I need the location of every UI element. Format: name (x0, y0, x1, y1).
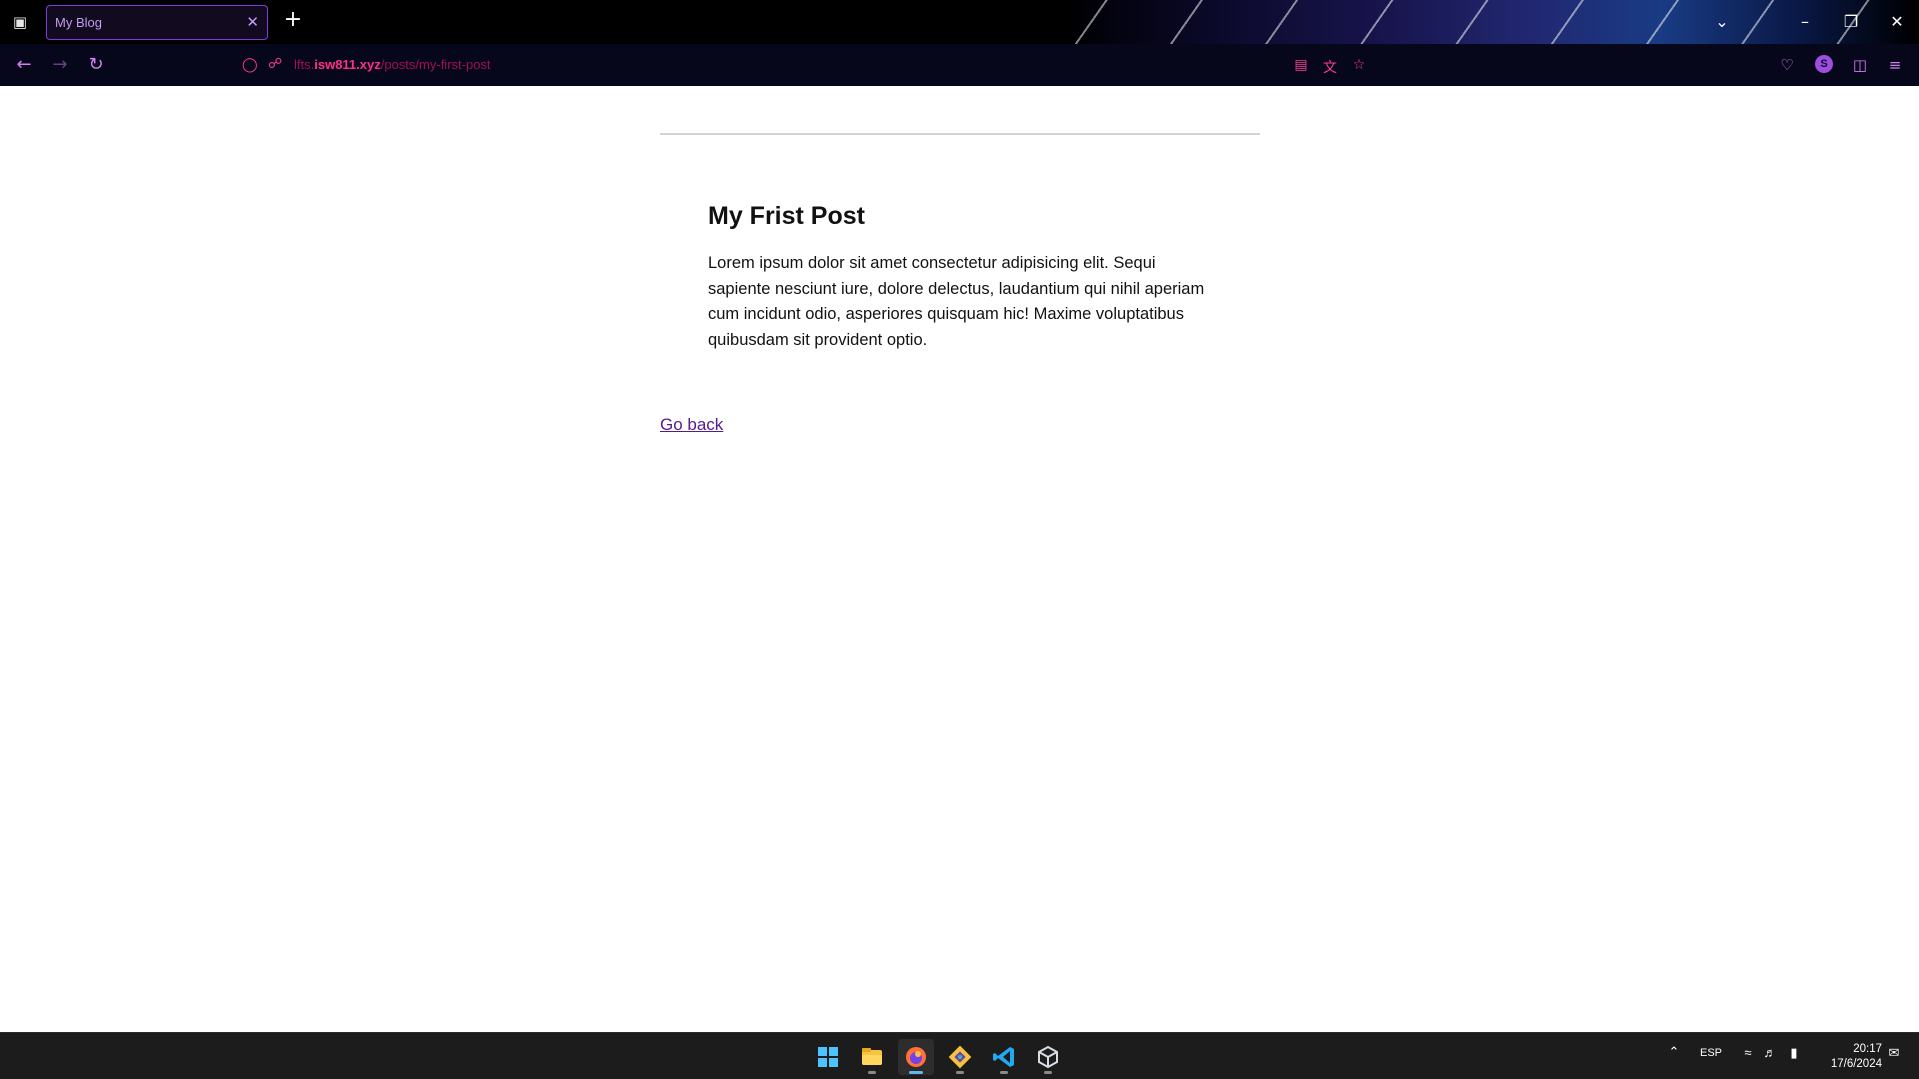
battery-icon[interactable]: ▮ (1784, 1045, 1804, 1061)
running-indicator (1044, 1071, 1052, 1074)
account-avatar[interactable]: S (1815, 55, 1833, 73)
clock-date: 17/6/2024 (1830, 1058, 1882, 1070)
show-hidden-icons-chevron-icon[interactable]: ⌃ (1664, 1044, 1684, 1060)
url-path: /posts/my-first-post (380, 57, 491, 72)
volume-icon[interactable]: ♬ (1760, 1045, 1780, 1060)
virtualbox-icon (1038, 1045, 1058, 1069)
tracking-protection-shield-icon[interactable]: ◯ (242, 57, 258, 73)
translate-icon[interactable]: 文 (1320, 57, 1340, 77)
firefox-icon (906, 1047, 926, 1067)
url-subdomain: lfts. (294, 57, 315, 72)
menu-hamburger-icon[interactable]: ≡ (1884, 54, 1906, 76)
url-domain: isw811.xyz (314, 57, 381, 72)
tab-my-blog[interactable]: My Blog ✕ (46, 5, 268, 40)
forward-icon[interactable]: → (47, 54, 73, 76)
windows-logo-icon (818, 1047, 838, 1067)
clock-time: 20:17 (1853, 1043, 1882, 1055)
pocket-icon[interactable]: ♡ (1776, 54, 1798, 76)
notification-bell-icon[interactable]: ✉ (1884, 1045, 1904, 1061)
reader-view-icon[interactable]: ▤ (1291, 57, 1311, 73)
insecure-lock-icon[interactable]: ☍ (268, 56, 282, 72)
system-clock[interactable]: 20:17 17/6/2024 (1812, 1042, 1882, 1072)
horizontal-rule (660, 133, 1260, 135)
tab-title: My Blog (55, 15, 102, 30)
git-button[interactable] (942, 1039, 978, 1075)
restore-icon[interactable]: ❐ (1838, 12, 1864, 32)
browser-tab-bar: ▣ My Blog ✕ + ⌄ – ❐ ✕ (0, 0, 1919, 44)
back-icon[interactable]: ← (11, 54, 37, 76)
close-tab-icon[interactable]: ✕ (246, 13, 259, 31)
vscode-button[interactable] (986, 1039, 1022, 1075)
reload-icon[interactable]: ↻ (83, 54, 109, 76)
post-body: Lorem ipsum dolor sit amet consectetur a… (708, 254, 1205, 349)
go-back-link[interactable]: Go back (660, 415, 723, 435)
theme-background-art (1059, 0, 1919, 44)
file-explorer-button[interactable] (854, 1039, 890, 1075)
close-window-icon[interactable]: ✕ (1884, 12, 1910, 32)
page-content: My Frist Post Lorem ipsum dolor sit amet… (0, 86, 1919, 1032)
minimize-icon[interactable]: – (1792, 12, 1818, 32)
new-tab-button[interactable]: + (281, 9, 305, 33)
start-button[interactable] (810, 1039, 846, 1075)
navigation-toolbar: ← → ↻ ◯ ☍ lfts.isw811.xyz/posts/my-first… (0, 44, 1919, 86)
extensions-icon[interactable]: ◫ (1849, 54, 1871, 76)
post-title: My Frist Post (708, 202, 865, 230)
git-icon (948, 1045, 972, 1069)
virtualbox-button[interactable] (1030, 1039, 1066, 1075)
running-indicator (956, 1071, 964, 1074)
input-language-indicator[interactable]: ESP (1698, 1047, 1724, 1059)
firefox-button[interactable] (898, 1039, 934, 1075)
running-indicator (1000, 1071, 1008, 1074)
vscode-icon (993, 1047, 1014, 1067)
tab-list-icon[interactable]: ▣ (10, 12, 30, 32)
wifi-icon[interactable]: ≈ (1738, 1045, 1758, 1060)
file-explorer-icon (862, 1048, 882, 1065)
bookmark-star-icon[interactable]: ☆ (1349, 57, 1369, 73)
active-indicator (909, 1071, 923, 1074)
windows-taskbar: ⌃ ESP ≈ ♬ ▮ 20:17 17/6/2024 ✉ (0, 1032, 1919, 1079)
list-all-tabs-icon[interactable]: ⌄ (1709, 12, 1735, 32)
url-text[interactable]: lfts.isw811.xyz/posts/my-first-post (294, 57, 491, 72)
running-indicator (868, 1071, 876, 1074)
url-bar[interactable]: ◯ ☍ lfts.isw811.xyz/posts/my-first-post … (234, 49, 1564, 81)
